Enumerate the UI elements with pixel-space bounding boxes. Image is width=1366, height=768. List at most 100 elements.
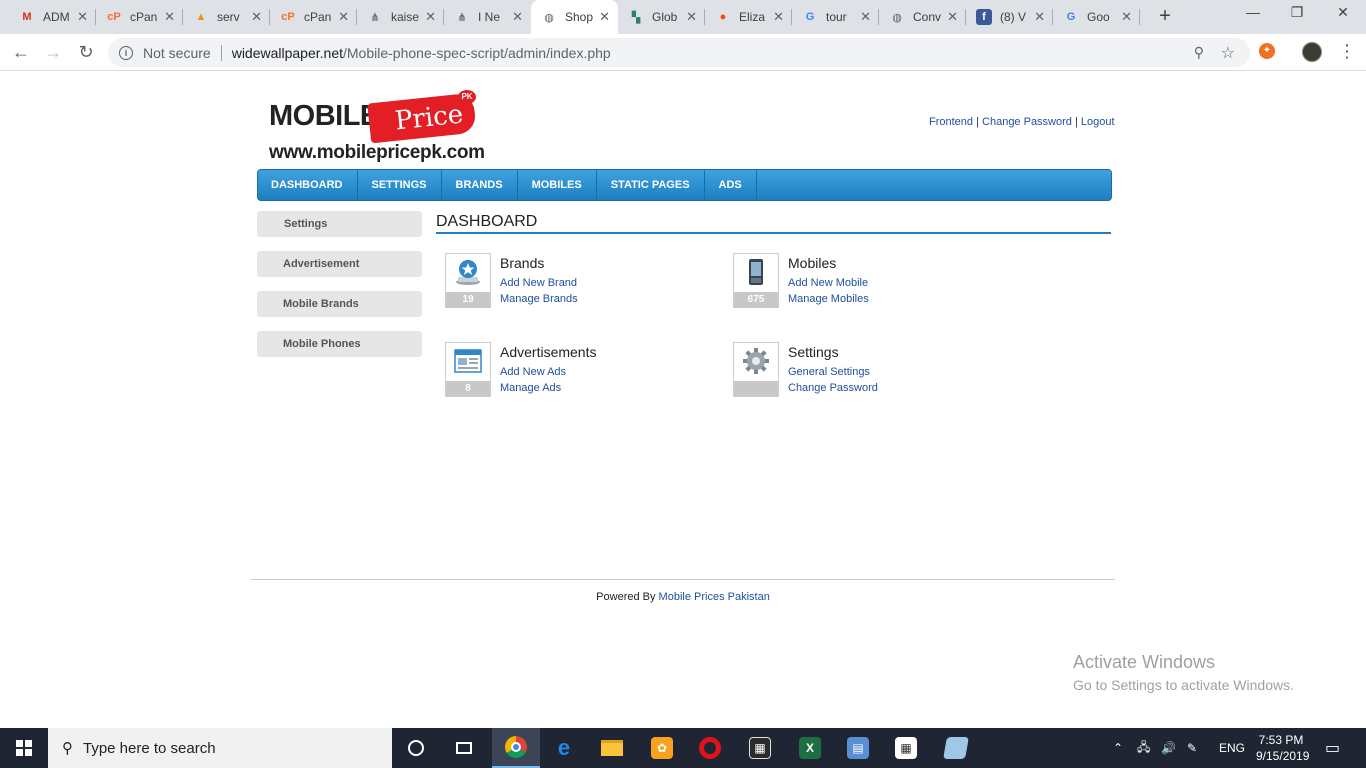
footer-divider (251, 579, 1115, 580)
browser-tab[interactable]: Gtour ✕ (792, 0, 879, 34)
opera-icon[interactable] (686, 728, 734, 768)
close-tab-icon[interactable]: ✕ (599, 9, 610, 25)
close-tab-icon[interactable]: ✕ (338, 9, 349, 25)
nav-mobiles[interactable]: MOBILES (518, 170, 597, 200)
profile-avatar[interactable] (1302, 42, 1322, 62)
manage-mobiles-link[interactable]: Manage Mobiles (788, 293, 869, 305)
info-icon[interactable]: i (119, 45, 133, 60)
notepad-icon[interactable] (932, 728, 980, 768)
tab-title: cPan (130, 10, 158, 24)
close-tab-icon[interactable]: ✕ (164, 9, 175, 25)
nav-settings[interactable]: SETTINGS (358, 170, 442, 200)
new-tab-button[interactable]: + (1154, 5, 1176, 28)
close-window-button[interactable]: ✕ (1333, 4, 1353, 21)
close-tab-icon[interactable]: ✕ (947, 9, 958, 25)
show-hidden-icons[interactable]: ⌃ (1113, 728, 1123, 768)
system-clock[interactable]: 7:53 PM 9/15/2019 (1256, 732, 1309, 764)
sidebar: Settings Advertisement Mobile Brands Mob… (257, 211, 422, 371)
card-icon-box[interactable]: 19 (445, 253, 491, 308)
close-tab-icon[interactable]: ✕ (686, 9, 697, 25)
card-title: Advertisements (500, 344, 597, 360)
frontend-link[interactable]: Frontend (929, 116, 973, 128)
browser-tab[interactable]: cP cPan ✕ (96, 0, 183, 34)
close-tab-icon[interactable]: ✕ (251, 9, 262, 25)
maximize-button[interactable]: ❐ (1287, 4, 1307, 21)
change-password-link[interactable]: Change Password (982, 116, 1072, 128)
store-icon[interactable]: ▦ (882, 728, 930, 768)
network-icon[interactable]: 🖧 (1137, 728, 1150, 768)
activate-windows-watermark: Activate Windows Go to Settings to activ… (1073, 652, 1294, 693)
nav-dashboard[interactable]: DASHBOARD (258, 170, 358, 200)
tab-title: Goo (1087, 10, 1110, 24)
globe-icon: ◍ (892, 11, 902, 24)
close-tab-icon[interactable]: ✕ (425, 9, 436, 25)
start-button[interactable] (0, 728, 48, 768)
add-new-brand-link[interactable]: Add New Brand (500, 277, 577, 289)
close-tab-icon[interactable]: ✕ (512, 9, 523, 25)
close-tab-icon[interactable]: ✕ (77, 9, 88, 25)
sidebar-item-settings[interactable]: Settings (257, 211, 422, 237)
browser-tab[interactable]: ▚ Glob ✕ (618, 0, 705, 34)
footer-prefix: Powered By (596, 591, 656, 603)
close-tab-icon[interactable]: ✕ (1034, 9, 1045, 25)
cortana-icon[interactable] (392, 728, 440, 768)
extension-icon[interactable]: ✦ (1259, 43, 1275, 59)
manage-ads-link[interactable]: Manage Ads (500, 382, 561, 394)
bookmark-star-icon[interactable]: ☆ (1221, 43, 1235, 63)
browser-tab[interactable]: f (8) V ✕ (966, 0, 1053, 34)
minimize-button[interactable]: — (1243, 4, 1263, 20)
card-count: 8 (446, 381, 490, 396)
facebook-icon: f (976, 9, 992, 25)
browser-tab[interactable]: ● Eliza ✕ (705, 0, 792, 34)
excel-icon[interactable]: X (786, 728, 834, 768)
file-explorer-icon[interactable] (588, 728, 636, 768)
browser-tab[interactable]: ⋔ kaise ✕ (357, 0, 444, 34)
taskbar-search[interactable]: ⚲ Type here to search (48, 728, 392, 768)
manage-brands-link[interactable]: Manage Brands (500, 293, 578, 305)
card-icon-box[interactable]: 675 (733, 253, 779, 308)
calculator-icon[interactable]: ▦ (736, 728, 784, 768)
nav-brands[interactable]: BRANDS (442, 170, 518, 200)
sidebar-item-advertisement[interactable]: Advertisement (257, 251, 422, 277)
task-view-icon[interactable] (440, 728, 488, 768)
sidebar-item-mobile-brands[interactable]: Mobile Brands (257, 291, 422, 317)
card-icon-box[interactable]: 8 (445, 342, 491, 397)
browser-tab[interactable]: G Goo ✕ (1053, 0, 1140, 34)
zoom-icon[interactable]: ⚲ (1194, 44, 1204, 61)
notifications-icon[interactable]: ▭ (1325, 728, 1340, 768)
edge-taskbar-icon[interactable]: e (540, 728, 588, 768)
card-icon-box[interactable] (733, 342, 779, 397)
change-password-card-link[interactable]: Change Password (788, 382, 878, 394)
reload-button[interactable]: ↻ (76, 42, 96, 62)
general-settings-link[interactable]: General Settings (788, 366, 870, 378)
url-host: widewallpaper.net (231, 44, 343, 61)
address-bar[interactable]: i Not secure widewallpaper.net /Mobile-p… (108, 38, 1250, 67)
browser-tab[interactable]: cP cPan ✕ (270, 0, 357, 34)
logout-link[interactable]: Logout (1081, 116, 1115, 128)
browser-menu-icon[interactable]: ⋮ (1338, 41, 1356, 61)
add-new-ads-link[interactable]: Add New Ads (500, 366, 566, 378)
close-tab-icon[interactable]: ✕ (773, 9, 784, 25)
forward-button[interactable]: → (43, 42, 63, 62)
browser-tab[interactable]: M ADM ✕ (9, 0, 96, 34)
pen-icon[interactable]: ✎ (1187, 728, 1197, 768)
volume-icon[interactable]: 🔊 (1161, 728, 1176, 768)
footer-link[interactable]: Mobile Prices Pakistan (659, 591, 770, 603)
close-tab-icon[interactable]: ✕ (860, 9, 871, 25)
close-tab-icon[interactable]: ✕ (1121, 9, 1132, 25)
browser-tab[interactable]: ◍ Conv ✕ (879, 0, 966, 34)
network-app-icon[interactable]: ▤ (834, 728, 882, 768)
browser-tab[interactable]: ▲ serv ✕ (183, 0, 270, 34)
sidebar-item-mobile-phones[interactable]: Mobile Phones (257, 331, 422, 357)
nav-static-pages[interactable]: STATIC PAGES (597, 170, 705, 200)
uc-browser-icon[interactable]: ✿ (638, 728, 686, 768)
add-new-mobile-link[interactable]: Add New Mobile (788, 277, 868, 289)
language-indicator[interactable]: ENG (1219, 728, 1245, 768)
browser-tab[interactable]: ◍ Shop ✕ (531, 0, 618, 34)
chrome-taskbar-icon[interactable] (492, 728, 540, 768)
browser-tab[interactable]: ⋔ I Ne ✕ (444, 0, 531, 34)
cpanel-icon: cP (281, 11, 295, 23)
site-logo[interactable]: MOBILE Price PK www.mobilepricepk.com (269, 90, 489, 168)
back-button[interactable]: ← (11, 42, 31, 62)
nav-ads[interactable]: ADS (705, 170, 757, 200)
